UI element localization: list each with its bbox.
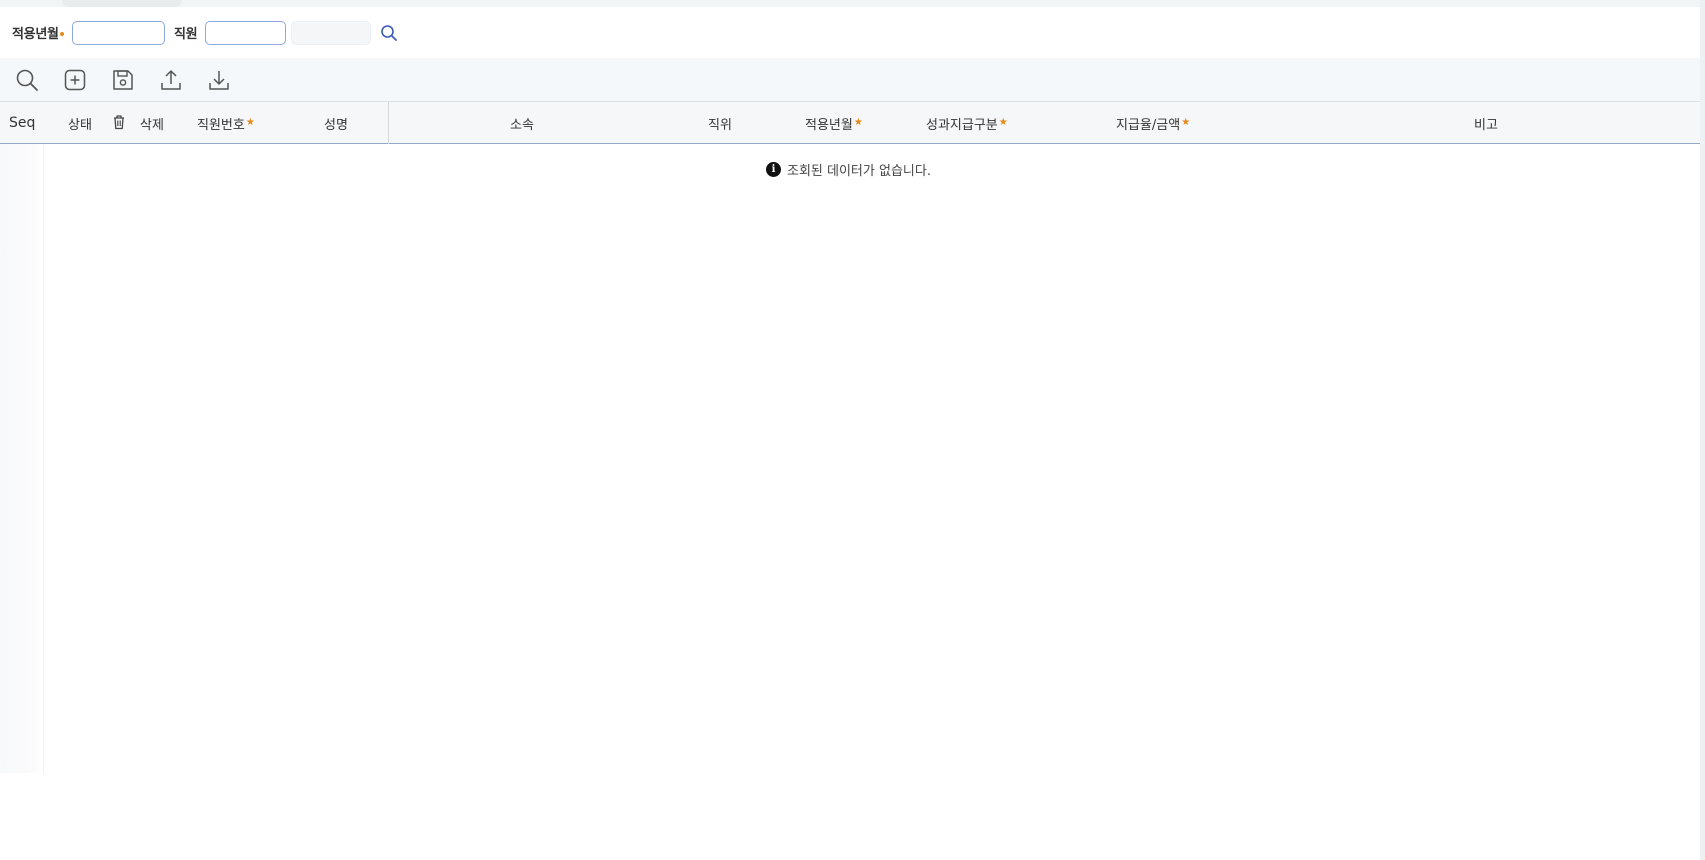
- frozen-column-divider: [388, 102, 389, 145]
- col-remarks[interactable]: 비고: [1474, 114, 1498, 133]
- required-star-icon: ★: [1181, 117, 1191, 128]
- col-position[interactable]: 직위: [708, 114, 732, 133]
- apply-month-label-text: 적용년월: [12, 27, 59, 42]
- magnifier-icon: [381, 25, 397, 41]
- grid-body: i 조회된 데이터가 없습니다.: [0, 144, 1705, 773]
- upload-button[interactable]: [158, 67, 184, 93]
- add-row-button[interactable]: [62, 67, 88, 93]
- search-bar: 적용년월 직원: [0, 14, 1705, 50]
- apply-month-label: 적용년월: [12, 23, 64, 42]
- col-seq[interactable]: Seq: [9, 115, 35, 131]
- col-apply-month[interactable]: 적용년월★: [805, 114, 863, 133]
- upload-icon: [161, 70, 181, 90]
- data-grid: Seq 상태 삭제 직원번호★ 성명 소속 직위 적용년월★ 성과지급구분★ 지…: [0, 101, 1705, 773]
- col-bonus-type-label: 성과지급구분: [926, 118, 998, 133]
- empty-message-text: 조회된 데이터가 없습니다.: [787, 164, 931, 179]
- grid-toolbar: [0, 58, 1705, 101]
- col-rate-amount-label: 지급율/금액: [1116, 118, 1181, 133]
- col-name[interactable]: 성명: [324, 114, 348, 133]
- employee-search-button[interactable]: [378, 22, 400, 44]
- trash-icon[interactable]: [112, 114, 126, 130]
- top-strip: [0, 0, 1705, 7]
- col-department[interactable]: 소속: [510, 114, 534, 133]
- required-star-icon: ★: [245, 117, 255, 128]
- employee-label: 직원: [174, 27, 198, 42]
- search-icon: [16, 69, 38, 91]
- col-employee-no[interactable]: 직원번호★: [197, 114, 255, 133]
- grid-header: Seq 상태 삭제 직원번호★ 성명 소속 직위 적용년월★ 성과지급구분★ 지…: [0, 101, 1705, 145]
- save-button[interactable]: [110, 67, 136, 93]
- employee-name-field: [291, 21, 371, 45]
- col-bonus-type[interactable]: 성과지급구분★: [926, 114, 1008, 133]
- download-icon: [209, 71, 229, 90]
- download-button[interactable]: [206, 67, 232, 93]
- seq-column-background: [0, 144, 44, 773]
- required-star-icon: ★: [853, 117, 863, 128]
- col-delete[interactable]: 삭제: [140, 114, 164, 133]
- col-rate-amount[interactable]: 지급율/금액★: [1116, 114, 1190, 133]
- col-employee-no-label: 직원번호: [197, 118, 245, 133]
- info-icon: i: [766, 162, 781, 177]
- tab-shadow: [62, 0, 182, 7]
- empty-message: i 조회된 데이터가 없습니다.: [766, 160, 931, 179]
- search-button[interactable]: [14, 67, 40, 93]
- save-icon: [113, 70, 133, 90]
- required-dot: [59, 31, 64, 36]
- col-status[interactable]: 상태: [68, 114, 92, 133]
- employee-input[interactable]: [205, 21, 286, 45]
- add-row-icon: [64, 69, 86, 91]
- col-apply-month-label: 적용년월: [805, 118, 853, 133]
- vertical-scrollbar[interactable]: [1700, 0, 1705, 860]
- required-star-icon: ★: [998, 117, 1008, 128]
- apply-month-input[interactable]: [72, 21, 165, 45]
